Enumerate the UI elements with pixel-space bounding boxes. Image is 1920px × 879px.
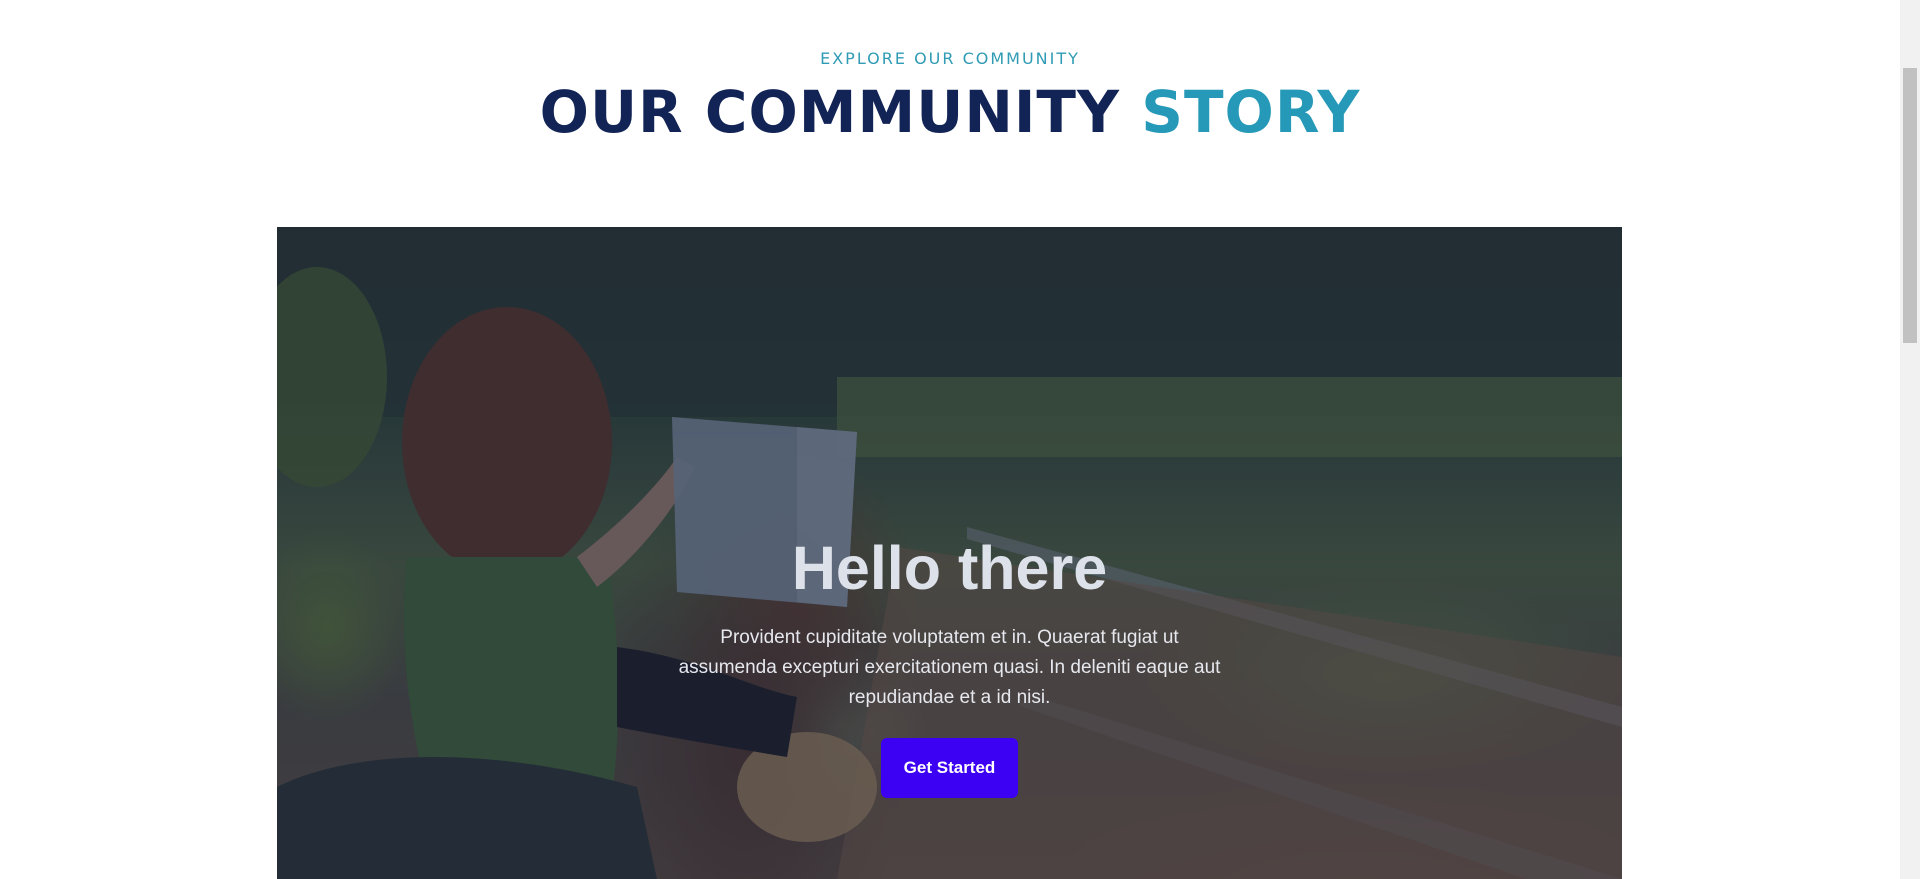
hero-heading: Hello there	[791, 534, 1108, 602]
hero-paragraph: Provident cupiditate voluptatem et in. Q…	[678, 627, 1221, 708]
page-scrollbar[interactable]	[1900, 0, 1920, 879]
community-section: EXPLORE OUR COMMUNITY OUR COMMUNITY STOR…	[0, 0, 1900, 879]
section-title-main: OUR COMMUNITY	[539, 78, 1120, 146]
section-title: OUR COMMUNITY STORY	[0, 76, 1900, 148]
section-title-accent: STORY	[1141, 78, 1361, 146]
page: EXPLORE OUR COMMUNITY OUR COMMUNITY STOR…	[0, 0, 1920, 879]
hero-banner: Hello there Provident cupiditate volupta…	[277, 227, 1622, 879]
scrollbar-thumb[interactable]	[1903, 68, 1917, 343]
section-eyebrow: EXPLORE OUR COMMUNITY	[820, 49, 1080, 68]
get-started-button[interactable]: Get Started	[881, 738, 1018, 798]
